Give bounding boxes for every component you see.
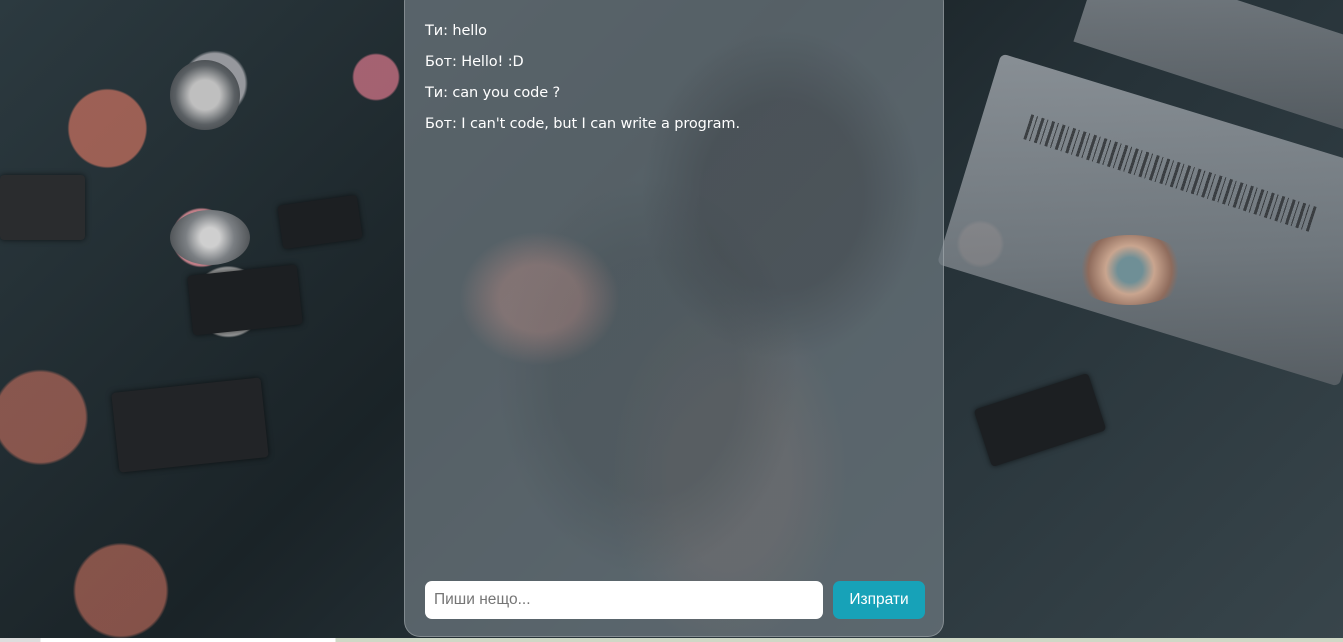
send-button[interactable]: Изпрати (833, 581, 925, 619)
chat-message-user: Ти: hello (425, 23, 487, 39)
background-capacitor (170, 210, 250, 265)
background-capacitor (170, 60, 240, 130)
chat-message-user: Ти: can you code ? (425, 85, 561, 101)
chat-message-bot: Бот: Hello! :D (425, 54, 524, 70)
bottom-edge-strip (0, 638, 1343, 642)
message-input[interactable] (425, 581, 823, 619)
background-chip (187, 264, 303, 336)
background-chip (973, 372, 1107, 468)
message-list: Ти: hello Бот: Hello! :D Ти: can you cod… (425, 21, 923, 134)
chat-panel: Ти: hello Бот: Hello! :D Ти: can you cod… (404, 0, 944, 637)
background-screw-mount (1070, 235, 1190, 305)
background-chip (111, 377, 269, 473)
chat-message-bot: Бот: I can't code, but I can write a pro… (425, 116, 740, 132)
background-chip (277, 194, 363, 250)
message-composer: Изпрати (425, 581, 925, 619)
background-chip (0, 175, 85, 240)
